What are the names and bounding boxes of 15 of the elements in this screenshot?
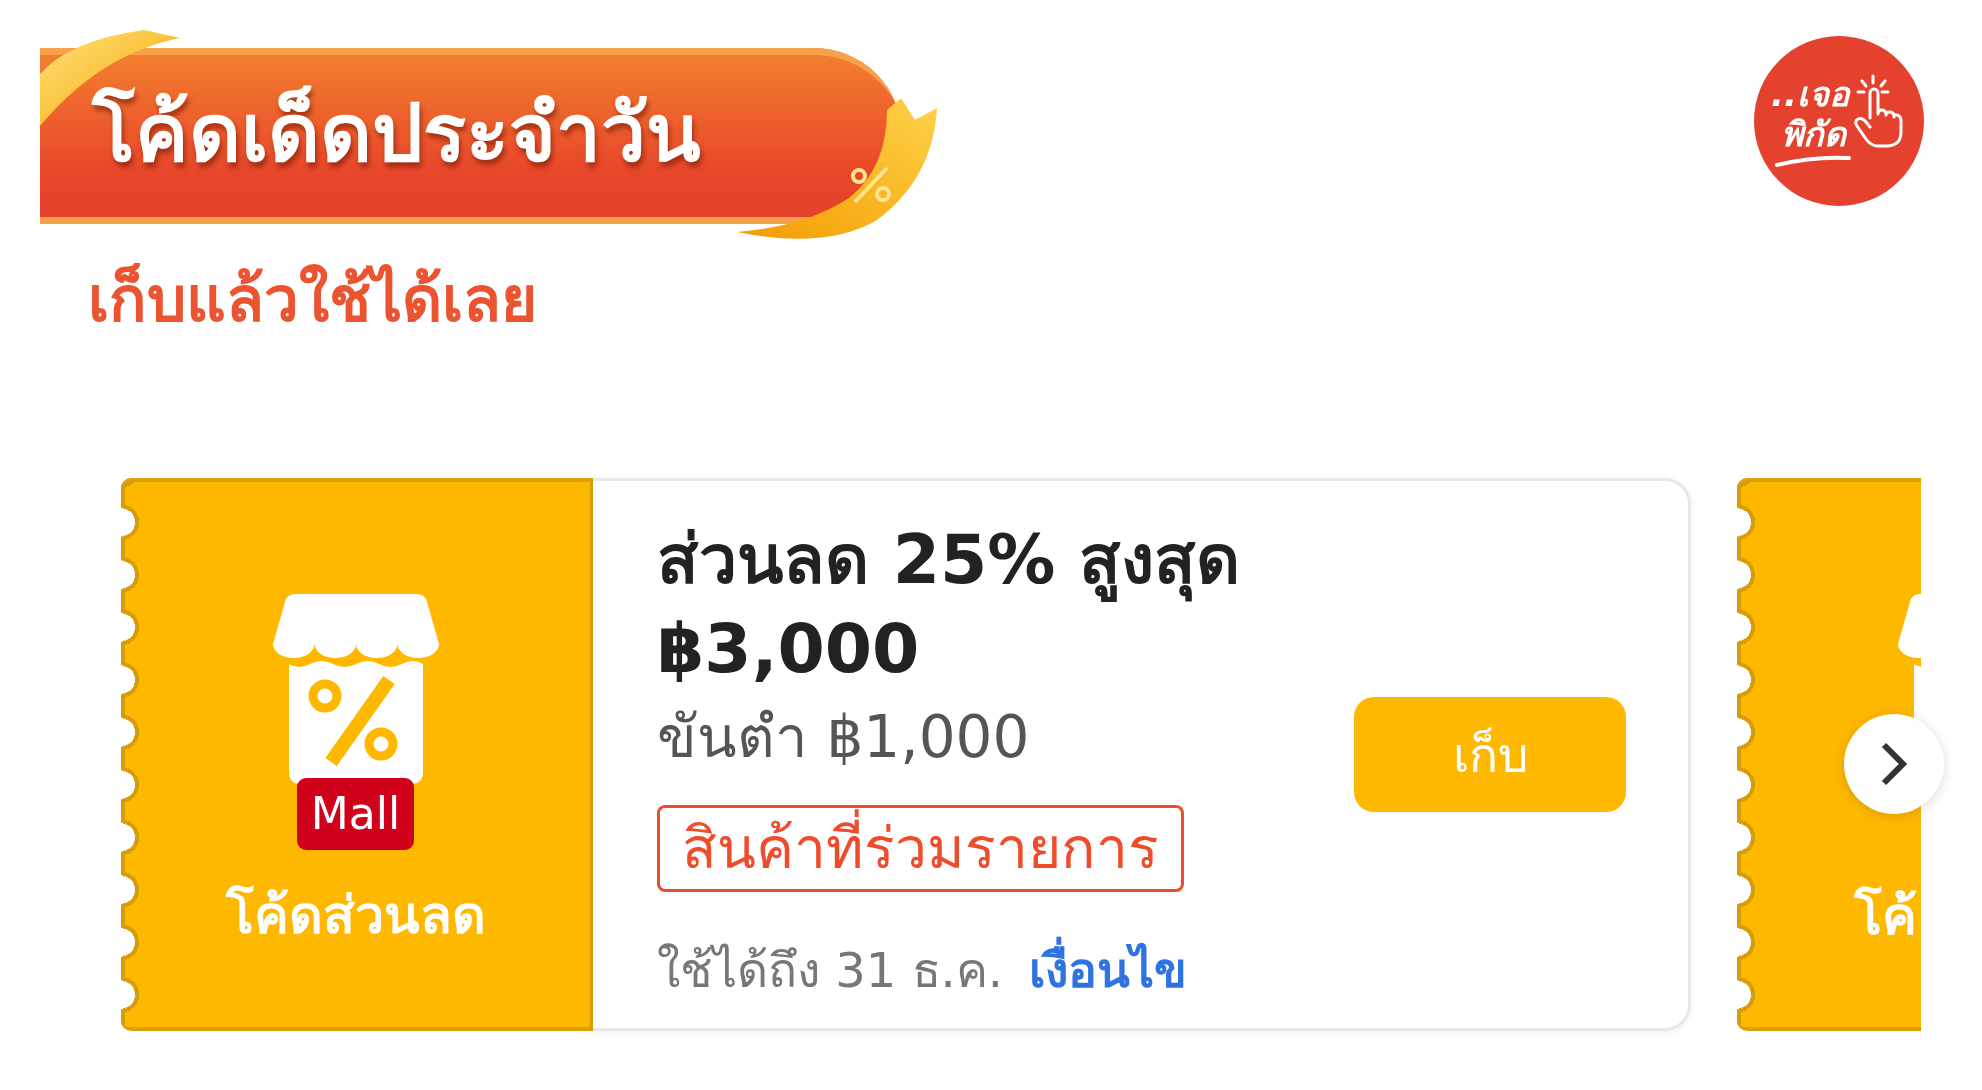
store-icon <box>272 594 439 784</box>
subtitle: เก็บแล้วใช้ได้เลย <box>88 262 537 338</box>
logo-text: พิกัด <box>1780 114 1846 154</box>
eligible-products-tag: สินค้าที่ร่วมรายการ <box>657 805 1184 892</box>
coupon-label: โค้ <box>1854 885 1917 948</box>
mall-badge: Mall <box>296 778 415 850</box>
min-spend-text: ขันตำ ฿1,000 <box>657 702 1030 773</box>
logo-text: ..เจอ <box>1771 74 1849 114</box>
chevron-right-icon <box>1881 742 1907 786</box>
terms-link[interactable]: เงื่อนไข <box>1029 938 1188 1002</box>
expiry-text: ใช้ได้ถึง 31 ธ.ค. <box>657 941 1004 1000</box>
pointing-hand-icon <box>1854 74 1904 148</box>
swoosh-icon <box>1774 154 1852 168</box>
coupon-label: โค้ดส่วนลด <box>225 884 486 947</box>
coupon-title: ส่วนลด 25% สูงสุด ฿3,000 <box>657 519 1242 690</box>
